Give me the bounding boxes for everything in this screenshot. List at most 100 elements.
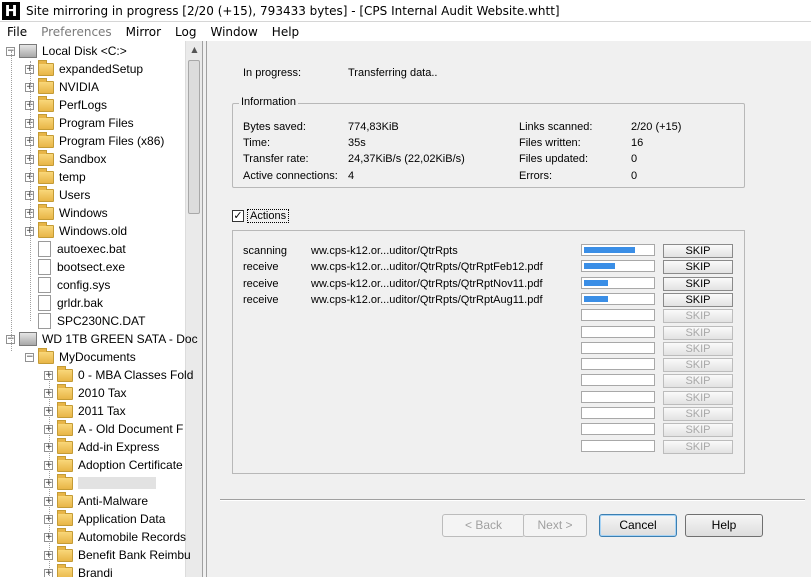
folder-icon — [38, 113, 54, 130]
tree-item[interactable]: + Automobile Records — [44, 527, 186, 546]
tree-item[interactable]: + Anti-Malware — [44, 491, 148, 510]
folder-icon — [38, 203, 54, 220]
folder-icon — [38, 59, 54, 76]
skip-button[interactable]: SKIP — [663, 407, 733, 421]
tree-item[interactable]: + A - Old Document F — [44, 419, 183, 438]
skip-button[interactable]: SKIP — [663, 292, 733, 307]
skip-button[interactable]: SKIP — [663, 244, 733, 258]
action-row: receive ww.cps-k12.or...uditor/QtrRpts/Qt… — [243, 294, 573, 308]
tree-item[interactable]: + Windows.old — [25, 221, 128, 240]
progress-fill — [584, 295, 608, 302]
menu-help[interactable]: Help — [265, 25, 306, 39]
tree-item[interactable]: + Sandbox — [25, 149, 106, 168]
skip-button[interactable]: SKIP — [663, 309, 733, 324]
tree-item[interactable]: grldr.bak — [25, 294, 103, 312]
tree-item[interactable]: + Benefit Bank Reimbu — [44, 545, 191, 564]
tree-item[interactable]: + Program Files — [25, 113, 134, 132]
menu-bar: File Preferences Mirror Log Window Help — [0, 22, 811, 41]
skip-button[interactable]: SKIP — [663, 276, 733, 291]
folder-tree[interactable]: ▲ − Local Disk <C:> + expandedSetup + NVIDIA +… — [0, 41, 203, 577]
tree-item[interactable]: +0 - MBA Classes Fold — [44, 365, 194, 384]
tree-item[interactable]: + expandedSetup — [25, 59, 143, 78]
errors-value: 0 — [631, 170, 638, 182]
tree-item[interactable]: autoexec.bat — [25, 240, 126, 258]
menu-log[interactable]: Log — [168, 25, 203, 39]
tree-item[interactable]: − MyDocuments — [25, 347, 136, 366]
tree-connector — [11, 51, 12, 351]
tree-item-label: Windows.old — [59, 224, 128, 238]
skip-button[interactable]: SKIP — [663, 341, 733, 356]
folder-icon — [38, 77, 54, 94]
collapse-icon[interactable]: − — [25, 352, 34, 362]
tree-item[interactable]: + NVIDIA — [25, 77, 99, 96]
tree-item-label: 2011 Tax — [78, 404, 126, 418]
action-progress-bar — [581, 276, 655, 289]
help-button[interactable]: Help — [685, 514, 763, 537]
tree-item-label: 0 - MBA Classes Fold — [78, 368, 194, 382]
action-progress-bar — [581, 423, 655, 436]
back-button[interactable]: < Back — [442, 514, 525, 537]
tree-item[interactable]: + PerfLogs — [25, 95, 107, 114]
folder-icon — [57, 437, 73, 454]
progress-fill — [584, 263, 615, 270]
tree-item[interactable]: − WD 1TB GREEN SATA - Doc — [6, 330, 198, 348]
tree-item-label: Add-in Express — [78, 440, 160, 454]
actions-checkbox-label[interactable]: Actions — [247, 209, 290, 223]
cancel-button[interactable]: Cancel — [599, 514, 677, 537]
links-scanned-label: Links scanned: — [519, 121, 593, 133]
tree-item[interactable]: SPC230NC.DAT — [25, 312, 145, 330]
folder-icon — [57, 491, 73, 508]
tree-item[interactable]: + Windows — [25, 203, 108, 222]
tree-item[interactable]: + Application Data — [44, 509, 166, 528]
tree-item[interactable]: + Adoption Certificate — [44, 455, 183, 474]
folder-icon — [57, 545, 73, 562]
next-button[interactable]: Next > — [523, 514, 587, 537]
menu-mirror[interactable]: Mirror — [119, 25, 168, 39]
files-updated-label: Files updated: — [519, 153, 589, 165]
folder-icon — [38, 221, 54, 238]
tree-item[interactable]: + Add-in Express — [44, 437, 160, 456]
mirror-progress-panel: In progress: Transferring data.. Informa… — [206, 41, 811, 577]
tree-scrollbar[interactable]: ▲ — [185, 41, 202, 577]
scroll-up-icon[interactable]: ▲ — [186, 41, 202, 58]
tree-item-label: WD 1TB GREEN SATA - Doc — [42, 332, 198, 346]
actions-list: scanning ww.cps-k12.or...uditor/QtrRpts SK… — [232, 230, 745, 474]
tree-item-label: grldr.bak — [57, 296, 104, 310]
tree-item[interactable]: + Brandi — [44, 563, 113, 577]
scroll-thumb[interactable] — [188, 60, 200, 214]
menu-window[interactable]: Window — [203, 25, 264, 39]
skip-button[interactable]: SKIP — [663, 358, 733, 373]
actions-checkbox[interactable]: ✓ — [232, 210, 244, 222]
folder-icon — [57, 365, 73, 382]
tree-item[interactable]: + — [44, 473, 156, 492]
action-row: receive ww.cps-k12.or...uditor/QtrRpts/Qt… — [243, 261, 573, 275]
action-type: scanning — [243, 245, 288, 257]
active-connections-value: 4 — [348, 170, 355, 182]
file-icon — [38, 277, 51, 293]
menu-file[interactable]: File — [0, 25, 34, 39]
in-progress-label: In progress: — [243, 67, 302, 79]
tree-item[interactable]: − Local Disk <C:> — [6, 42, 127, 60]
skip-button[interactable]: SKIP — [663, 325, 733, 340]
tree-item[interactable]: +2010 Tax — [44, 383, 127, 402]
skip-button[interactable]: SKIP — [663, 374, 733, 389]
skip-button[interactable]: SKIP — [663, 423, 733, 438]
skip-button[interactable]: SKIP — [663, 390, 733, 405]
action-progress-bar — [581, 309, 655, 322]
tree-item-label: Adoption Certificate — [78, 458, 183, 472]
folder-icon — [57, 419, 73, 436]
skip-button[interactable]: SKIP — [663, 439, 733, 454]
tree-item[interactable]: bootsect.exe — [25, 258, 125, 276]
tree-item[interactable]: + temp — [25, 167, 86, 186]
transfer-rate-value: 24,37KiB/s (22,02KiB/s) — [348, 153, 465, 165]
tree-item[interactable]: + Users — [25, 185, 90, 204]
tree-item[interactable]: +2011 Tax — [44, 401, 126, 420]
menu-preferences[interactable]: Preferences — [34, 25, 119, 39]
action-progress-bar — [581, 244, 655, 256]
tree-item-label: bootsect.exe — [57, 260, 126, 274]
skip-button[interactable]: SKIP — [663, 260, 733, 275]
tree-item-label: Application Data — [78, 512, 166, 526]
tree-item[interactable]: config.sys — [25, 276, 110, 294]
tree-item[interactable]: + Program Files (x86) — [25, 131, 164, 150]
folder-icon — [57, 563, 73, 577]
